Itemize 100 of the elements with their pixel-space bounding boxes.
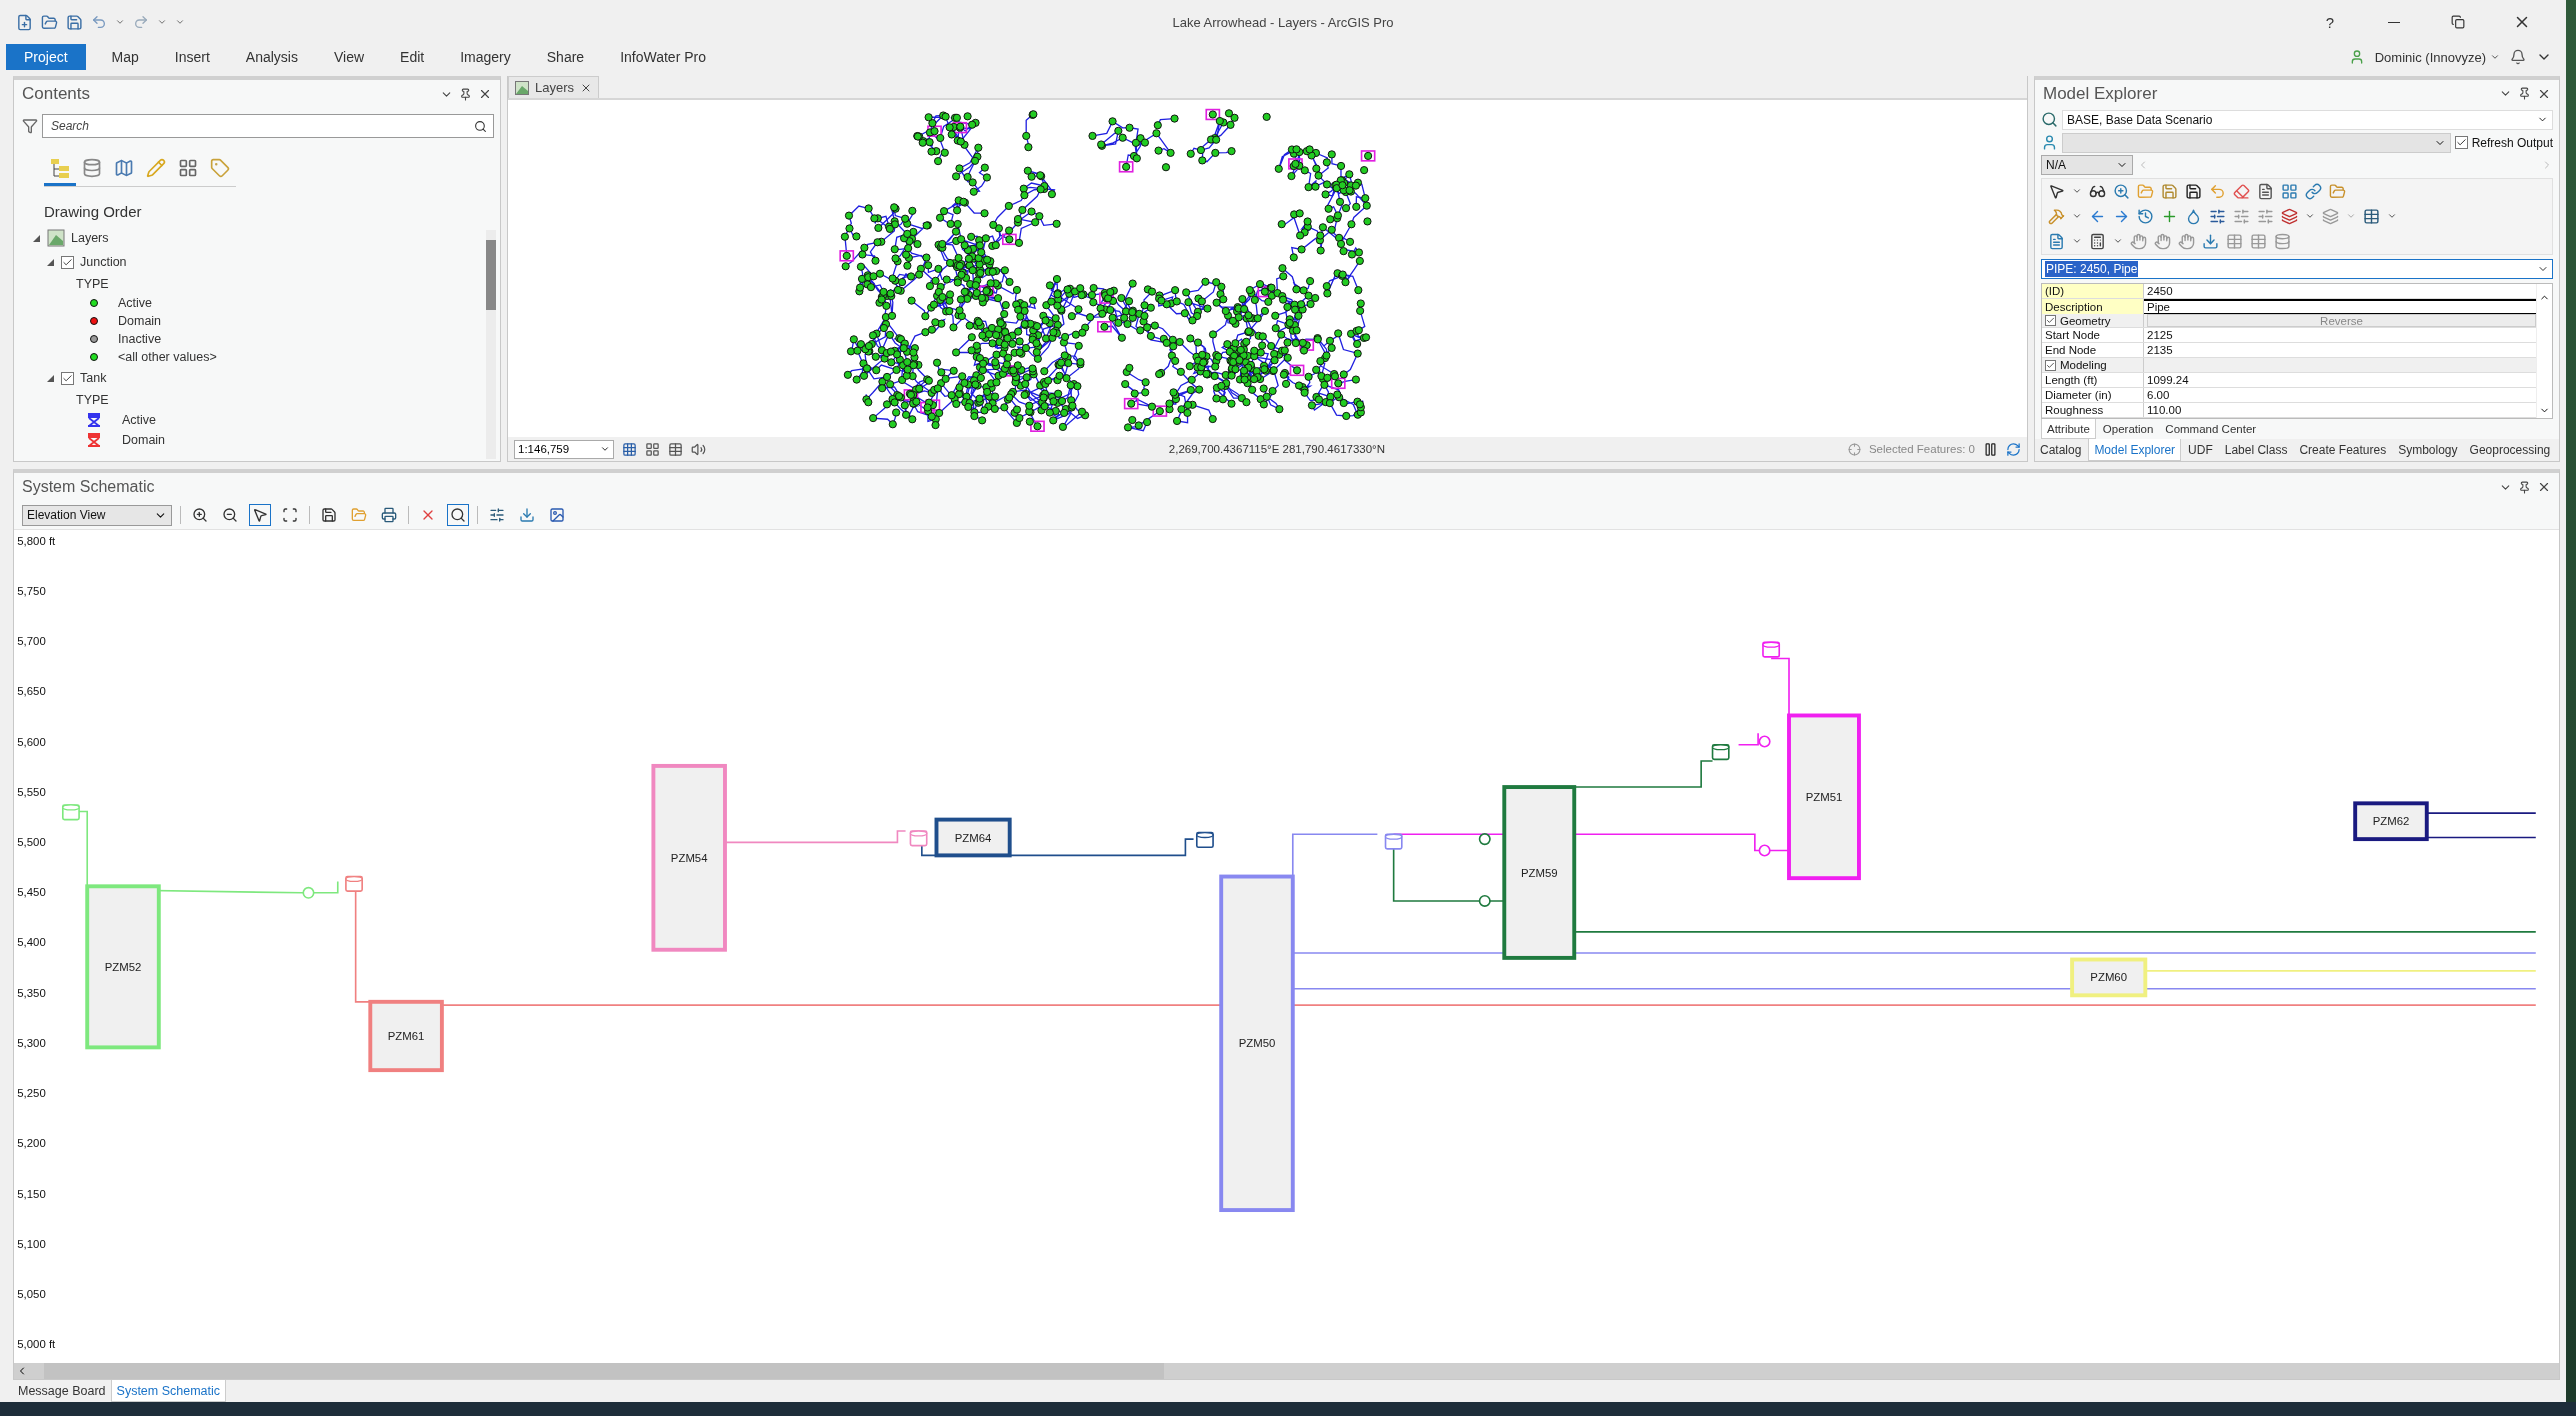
expanded-arrow-icon[interactable]: [32, 233, 41, 243]
tank-icon[interactable]: [1711, 743, 1730, 761]
pin-icon[interactable]: [2518, 87, 2531, 101]
table-icon[interactable]: [2363, 207, 2380, 225]
panel-tab[interactable]: Operation: [2097, 419, 2159, 440]
tank-icon[interactable]: [1195, 831, 1214, 849]
document-icon[interactable]: [2048, 232, 2065, 250]
ribbon-tab[interactable]: Map: [93, 44, 157, 70]
calculator-icon[interactable]: [2089, 232, 2106, 250]
close-icon[interactable]: [478, 87, 492, 101]
refresh-icon[interactable]: [2006, 441, 2021, 457]
customize-caret-icon[interactable]: [175, 17, 185, 27]
pointer-button[interactable]: [249, 504, 271, 526]
property-value[interactable]: 6.00: [2144, 388, 2536, 403]
report-icon[interactable]: [2257, 182, 2274, 200]
search-field[interactable]: Search: [42, 114, 494, 138]
caret-icon[interactable]: [115, 17, 125, 27]
save-icon[interactable]: [2185, 182, 2202, 200]
refresh-output-checkbox[interactable]: [2454, 136, 2468, 150]
dock-tab[interactable]: Create Features: [2294, 439, 2392, 461]
pointer-icon[interactable]: [2048, 182, 2065, 200]
layers-icon[interactable]: [2322, 207, 2339, 225]
eraser-icon[interactable]: [2233, 182, 2250, 200]
grid-icon[interactable]: [645, 441, 660, 457]
panel-tab[interactable]: Attribute: [2041, 419, 2096, 440]
layer-name[interactable]: Junction: [80, 255, 127, 269]
filter-dropdown[interactable]: N/A: [2041, 154, 2133, 175]
link-icon[interactable]: [2305, 182, 2322, 200]
database-icon[interactable]: [2274, 232, 2291, 250]
user-menu[interactable]: Dominic (Innovyze): [2374, 49, 2500, 65]
ribbon-tab[interactable]: Insert: [156, 44, 228, 70]
sliders-icon[interactable]: [2257, 207, 2274, 225]
filter-icon[interactable]: [22, 118, 38, 134]
dock-tab[interactable]: System Schematic: [110, 1380, 227, 1402]
dock-tab[interactable]: UDF: [2183, 439, 2218, 461]
layer-checkbox[interactable]: [61, 371, 74, 385]
ribbon-tab[interactable]: Edit: [382, 44, 443, 70]
horizontal-scrollbar[interactable]: [14, 1363, 2559, 1379]
dock-tab[interactable]: Geoprocessing: [2464, 439, 2556, 461]
search-input[interactable]: Search: [49, 118, 474, 134]
pressure-zone-box[interactable]: [934, 817, 1012, 858]
property-value[interactable]: 2125: [2144, 328, 2536, 343]
dock-tab[interactable]: Message Board: [13, 1380, 111, 1402]
dock-tab[interactable]: Symbology: [2393, 439, 2463, 461]
speaker-icon[interactable]: [691, 441, 706, 457]
scale-dropdown[interactable]: 1:146,759: [514, 439, 614, 459]
pause-icon[interactable]: [1983, 441, 1998, 457]
sliders-icon[interactable]: [2209, 207, 2226, 225]
layer-checkbox[interactable]: [61, 255, 74, 269]
dock-tab[interactable]: Model Explorer: [2088, 439, 2182, 461]
ribbon-tab[interactable]: View: [315, 44, 383, 70]
section-checkbox[interactable]: [2045, 315, 2056, 326]
sliders-icon[interactable]: [2233, 207, 2250, 225]
layer-name[interactable]: Layers: [71, 231, 109, 245]
view-dropdown[interactable]: Elevation View: [22, 504, 172, 526]
tank-icon[interactable]: [1762, 641, 1781, 658]
property-value[interactable]: 110.00: [2144, 403, 2536, 418]
folder-icon[interactable]: [41, 13, 58, 31]
property-value[interactable]: 2135: [2144, 343, 2536, 358]
ribbon-tab[interactable]: InfoWater Pro: [602, 44, 724, 70]
ribbon-tab[interactable]: Share: [528, 44, 603, 70]
ribbon-tab[interactable]: Project: [6, 44, 86, 70]
zoom-in-icon[interactable]: [2113, 182, 2130, 200]
expanded-arrow-icon[interactable]: [46, 257, 55, 267]
pressure-zone-box[interactable]: [2353, 801, 2429, 842]
hammer-icon[interactable]: [2048, 207, 2065, 225]
search-icon[interactable]: [474, 119, 487, 133]
layers-icon[interactable]: [2281, 207, 2298, 225]
valve-icon[interactable]: [1758, 844, 1771, 857]
selection-dropdown[interactable]: PIPE: 2450, Pipe: [2041, 258, 2553, 279]
table-icon[interactable]: [668, 441, 683, 457]
grid-icon[interactable]: [622, 441, 637, 457]
history-icon[interactable]: [2137, 207, 2154, 225]
ribbon-tab[interactable]: Analysis: [227, 44, 316, 70]
dock-tab[interactable]: Catalog: [2035, 439, 2087, 461]
valve-icon[interactable]: [1478, 894, 1491, 907]
folder-icon[interactable]: [2329, 182, 2346, 200]
section-checkbox[interactable]: [2045, 359, 2056, 371]
document-tab[interactable]: Layers: [508, 76, 600, 98]
caret-icon[interactable]: [157, 17, 167, 27]
valve-icon[interactable]: [1758, 735, 1771, 748]
layer-name[interactable]: Tank: [80, 371, 107, 385]
export-icon[interactable]: [2202, 232, 2219, 250]
help-button[interactable]: ?: [2302, 7, 2358, 37]
property-value[interactable]: 1099.24: [2144, 373, 2536, 388]
dock-tab[interactable]: Label Class: [2219, 439, 2293, 461]
zoom-window-button[interactable]: [447, 504, 469, 526]
hand-icon[interactable]: [2130, 232, 2147, 250]
hand-icon[interactable]: [2154, 232, 2171, 250]
hand-icon[interactable]: [2178, 232, 2195, 250]
ribbon-tab[interactable]: Imagery: [442, 44, 529, 70]
expanded-arrow-icon[interactable]: [46, 373, 55, 383]
close-icon[interactable]: [2537, 480, 2551, 494]
scrollbar[interactable]: [486, 230, 496, 459]
scenario-dropdown[interactable]: BASE, Base Data Scenario: [2062, 109, 2553, 130]
pin-icon[interactable]: [2518, 480, 2531, 494]
property-value[interactable]: 2450: [2144, 283, 2536, 298]
undo-icon[interactable]: [91, 14, 107, 30]
valve-icon[interactable]: [1478, 833, 1491, 846]
pin-icon[interactable]: [459, 87, 472, 101]
